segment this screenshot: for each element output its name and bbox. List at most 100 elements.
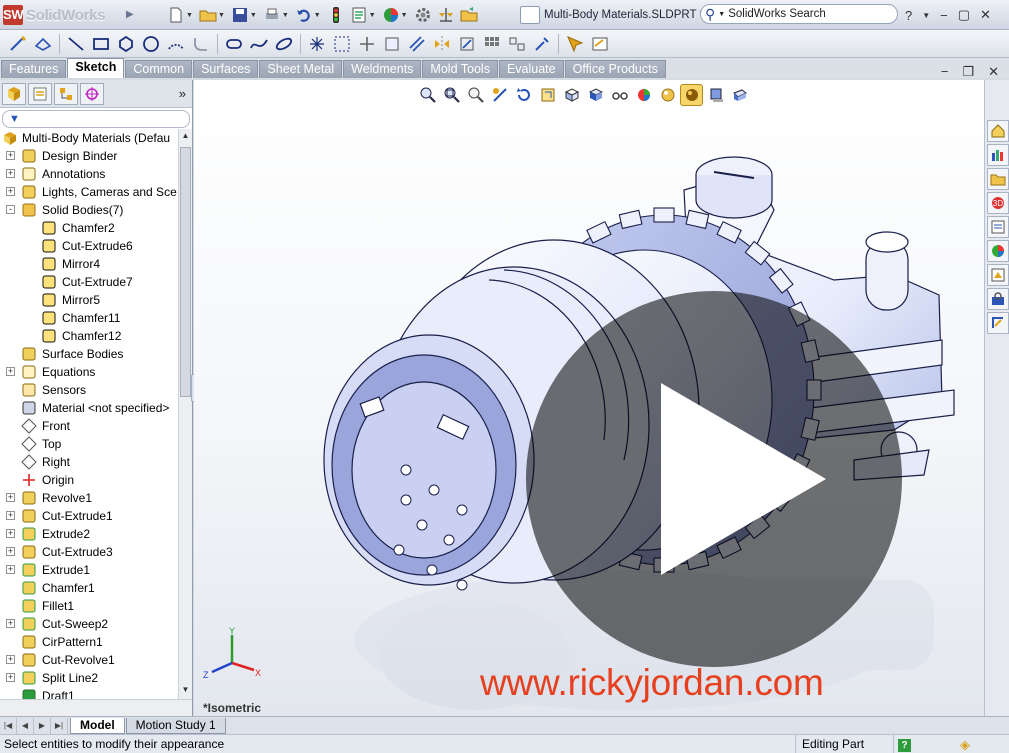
tree-item-cut-extrude7[interactable]: Cut-Extrude7 (0, 273, 177, 291)
ellipse-button[interactable] (272, 32, 296, 56)
tab-office-products[interactable]: Office Products (564, 60, 666, 78)
expand-icon[interactable]: + (6, 169, 15, 178)
tree-item-front[interactable]: Front (0, 417, 177, 435)
tree-item-material-not-specified[interactable]: Material <not specified> (0, 399, 177, 417)
tree-item-top[interactable]: Top (0, 435, 177, 453)
expand-icon[interactable]: + (6, 547, 15, 556)
appearance-button[interactable] (380, 4, 402, 26)
tree-item-equations[interactable]: + Equations (0, 363, 177, 381)
tree-item-annotations[interactable]: + Annotations (0, 165, 177, 183)
view-orientation-button[interactable] (560, 84, 583, 106)
tree-item-fillet1[interactable]: Fillet1 (0, 597, 177, 615)
tree-item-chamfer12[interactable]: Chamfer12 (0, 327, 177, 345)
edit-appearance-button[interactable] (632, 84, 655, 106)
tree-item-split-line2[interactable]: + Split Line2 (0, 669, 177, 687)
slot-button[interactable] (222, 32, 246, 56)
fillet-sketch-button[interactable] (189, 32, 213, 56)
custom-properties-button[interactable] (987, 264, 1009, 286)
tree-horizontal-scrollbar[interactable] (0, 699, 192, 716)
close-app-button[interactable]: ✕ (980, 7, 991, 23)
new-document-button[interactable] (165, 4, 187, 26)
tree-item-draft1[interactable]: Draft1 (0, 687, 177, 699)
line-button[interactable] (64, 32, 88, 56)
tree-item-solid-bodies-7[interactable]: - Solid Bodies(7) (0, 201, 177, 219)
collapse-icon[interactable]: - (6, 205, 15, 214)
rebuild-button[interactable] (325, 4, 347, 26)
first-tab-icon[interactable]: |◀ (0, 717, 17, 734)
last-tab-icon[interactable]: ▶| (51, 717, 68, 734)
display-relations-button[interactable] (505, 32, 529, 56)
tab-weldments[interactable]: Weldments (343, 60, 422, 78)
expand-icon[interactable]: + (6, 565, 15, 574)
tree-item-surface-bodies[interactable]: Surface Bodies (0, 345, 177, 363)
expand-icon[interactable]: + (6, 151, 15, 160)
view-palette-button[interactable] (987, 216, 1009, 238)
tree-item-cut-revolve1[interactable]: + Cut-Revolve1 (0, 651, 177, 669)
file-explorer-pane-button[interactable] (987, 168, 1009, 190)
rebuild-status-icon[interactable]: ◈ (960, 737, 970, 753)
video-play-button[interactable] (526, 291, 902, 670)
print-button[interactable] (261, 4, 283, 26)
point-button[interactable] (305, 32, 329, 56)
tree-item-origin[interactable]: Origin (0, 471, 177, 489)
minimize-app-button[interactable]: − (940, 8, 948, 23)
tab-motion-study-1[interactable]: Motion Study 1 (125, 717, 226, 734)
undo-button[interactable] (293, 4, 315, 26)
graphics-viewport[interactable]: Y X Z *Isometric www.rickyjordan.com (194, 80, 984, 716)
polygon-button[interactable] (114, 32, 138, 56)
expand-icon[interactable]: + (6, 511, 15, 520)
rotate-view-button[interactable] (512, 84, 535, 106)
move-button[interactable] (455, 32, 479, 56)
expand-icon[interactable]: + (6, 493, 15, 502)
tab-surfaces[interactable]: Surfaces (193, 60, 259, 78)
expand-icon[interactable]: + (6, 367, 15, 376)
convert-entities-button[interactable] (380, 32, 404, 56)
search-dropdown-icon[interactable]: ▼ (718, 11, 725, 18)
rectangle-button[interactable] (89, 32, 113, 56)
tree-item-mirror5[interactable]: Mirror5 (0, 291, 177, 309)
realview-graphics-button[interactable] (680, 84, 703, 106)
help-button[interactable]: ? (905, 8, 912, 23)
expand-icon[interactable]: + (6, 655, 15, 664)
tree-item-chamfer11[interactable]: Chamfer11 (0, 309, 177, 327)
restore-app-button[interactable]: ▢ (958, 7, 970, 23)
search-pane-button[interactable]: 3D (987, 192, 1009, 214)
spline-button[interactable] (247, 32, 271, 56)
pattern-button[interactable] (480, 32, 504, 56)
apply-scene-button[interactable] (656, 84, 679, 106)
tree-item-cut-extrude1[interactable]: + Cut-Extrude1 (0, 507, 177, 525)
sketch-button[interactable] (6, 32, 30, 56)
tree-item-chamfer1[interactable]: Chamfer1 (0, 579, 177, 597)
tree-item-cut-extrude3[interactable]: + Cut-Extrude3 (0, 543, 177, 561)
expand-icon[interactable]: + (6, 619, 15, 628)
toolbox-button[interactable] (987, 288, 1009, 310)
repair-sketch-button[interactable] (530, 32, 554, 56)
undo-dropdown-icon[interactable]: ▼ (314, 12, 321, 19)
smart-dimension-button[interactable] (31, 32, 55, 56)
tree-vertical-scrollbar[interactable]: ▲ ▼ (178, 129, 192, 699)
expand-icon[interactable]: + (6, 673, 15, 682)
display-style-button[interactable] (584, 84, 607, 106)
solidworks-search-box[interactable]: ⚲ ▼ SolidWorks Search (700, 4, 898, 24)
circle-button[interactable] (139, 32, 163, 56)
file-explorer-button[interactable] (458, 4, 480, 26)
tab-model[interactable]: Model (70, 717, 125, 734)
open-button[interactable] (197, 4, 219, 26)
more-tabs-chevron-icon[interactable]: » (179, 86, 186, 101)
tab-evaluate[interactable]: Evaluate (498, 60, 564, 78)
tree-filter[interactable]: ▼ (2, 110, 190, 128)
tree-item-sensors[interactable]: Sensors (0, 381, 177, 399)
appearance-dropdown-icon[interactable]: ▼ (401, 12, 408, 19)
scroll-down-icon[interactable]: ▼ (180, 685, 191, 697)
print-dropdown-icon[interactable]: ▼ (282, 12, 289, 19)
doc-restore-button[interactable]: ❐ (962, 64, 974, 80)
feature-manager-tab[interactable] (2, 82, 26, 105)
tree-item-cut-extrude6[interactable]: Cut-Extrude6 (0, 237, 177, 255)
tab-sketch[interactable]: Sketch (67, 58, 125, 78)
scroll-up-icon[interactable]: ▲ (180, 131, 191, 143)
tab-features[interactable]: Features (1, 60, 67, 78)
tree-item-extrude1[interactable]: + Extrude1 (0, 561, 177, 579)
expand-icon[interactable]: + (6, 187, 15, 196)
appearances-pane-button[interactable] (987, 240, 1009, 262)
configuration-manager-tab[interactable] (54, 82, 78, 105)
